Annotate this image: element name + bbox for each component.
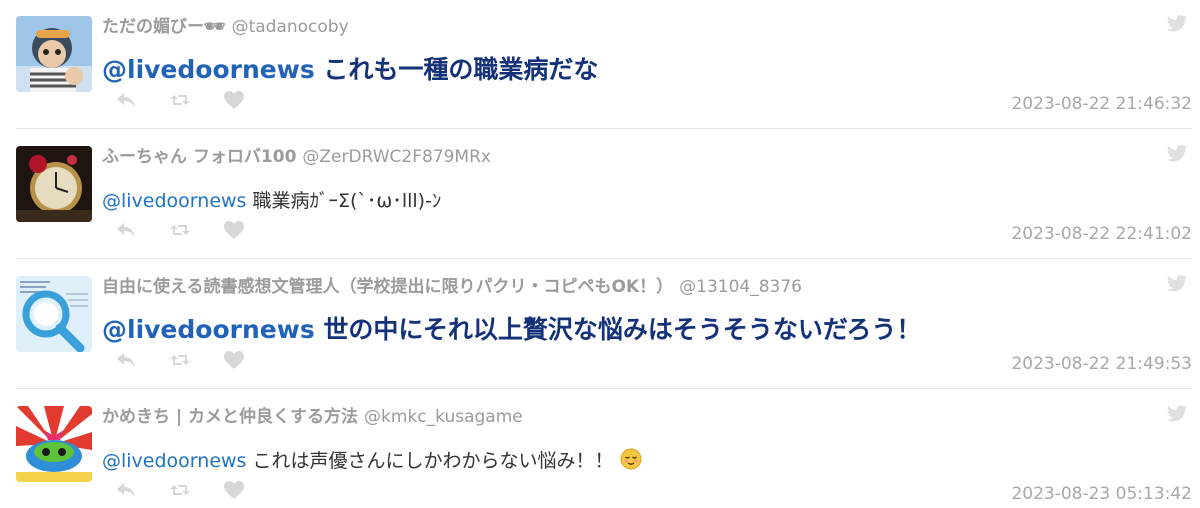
avatar[interactable] [16,406,92,482]
divider [16,258,1192,259]
reply-icon[interactable] [112,88,140,112]
tweet-meta: ふーちゃん フォロバ100 @ZerDRWC2F879MRx [102,142,491,167]
heart-icon[interactable] [220,88,248,112]
twitter-bird-icon[interactable] [1166,274,1188,294]
user-name[interactable]: ただの媚びー🕶 [102,17,226,37]
user-handle[interactable]: @kmkc_kusagame [364,407,523,427]
mention-link[interactable]: @livedoornews [102,450,246,472]
retweet-icon[interactable] [166,478,194,502]
user-name[interactable]: かめきち | カメと仲良くする方法 [102,407,358,427]
mention-link[interactable]: @livedoornews [102,190,246,212]
divider [16,388,1192,389]
timestamp[interactable]: 2023-08-22 21:46:32 [1011,94,1192,114]
reply-icon[interactable] [112,348,140,372]
tweet-card: 自由に使える読書感想文管理人（学校提出に限りパクリ・コピペもOK！） @13104… [0,260,1200,389]
reply-icon[interactable] [112,218,140,242]
mention-link[interactable]: @livedoornews [102,55,315,84]
divider [16,128,1192,129]
tweet-text: @livedoornews 職業病ｶﾞｰΣ(`･ω･lll)-ﾝ [102,186,441,213]
user-handle[interactable]: @tadanocoby [232,17,349,37]
user-name[interactable]: ふーちゃん フォロバ100 [102,147,296,167]
user-handle[interactable]: @13104_8376 [679,277,802,297]
timestamp[interactable]: 2023-08-23 05:13:42 [1011,484,1192,504]
user-name[interactable]: 自由に使える読書感想文管理人（学校提出に限りパクリ・コピペもOK！） [102,277,673,297]
tweet-actions [112,478,248,502]
twitter-bird-icon[interactable] [1166,144,1188,164]
timestamp[interactable]: 2023-08-22 22:41:02 [1011,224,1192,244]
timestamp[interactable]: 2023-08-22 21:49:53 [1011,354,1192,374]
tweet-feed: ただの媚びー🕶 @tadanocoby @livedoornews これも一種の職… [0,0,1200,508]
retweet-icon[interactable] [166,88,194,112]
heart-icon[interactable] [220,478,248,502]
tweet-text: @livedoornews これは声優さんにしかわからない悩み！！ [102,446,642,473]
twitter-bird-icon[interactable] [1166,404,1188,424]
relieved-face-emoji [620,448,642,470]
user-handle[interactable]: @ZerDRWC2F879MRx [302,147,491,167]
twitter-bird-icon[interactable] [1166,14,1188,34]
tweet-text: @livedoornews 世の中にそれ以上贅沢な悩みはそうそうないだろう！ [102,310,921,346]
tweet-meta: かめきち | カメと仲良くする方法 @kmkc_kusagame [102,402,523,427]
reply-icon[interactable] [112,478,140,502]
avatar[interactable] [16,146,92,222]
avatar[interactable] [16,16,92,92]
retweet-icon[interactable] [166,218,194,242]
tweet-card: ただの媚びー🕶 @tadanocoby @livedoornews これも一種の職… [0,0,1200,129]
tweet-body: 職業病ｶﾞｰΣ(`･ω･lll)-ﾝ [246,190,442,212]
tweet-body: 世の中にそれ以上贅沢な悩みはそうそうないだろう！ [314,315,922,344]
tweet-card: ふーちゃん フォロバ100 @ZerDRWC2F879MRx @livedoorn… [0,130,1200,259]
tweet-body: これも一種の職業病だな [314,55,599,84]
tweet-actions [112,348,248,372]
mention-link[interactable]: @livedoornews [102,315,315,344]
tweet-body: これは声優さんにしかわからない悩み！！ [246,450,614,472]
tweet-actions [112,88,248,112]
avatar[interactable] [16,276,92,352]
tweet-text: @livedoornews これも一種の職業病だな [102,50,598,86]
heart-icon[interactable] [220,348,248,372]
retweet-icon[interactable] [166,348,194,372]
tweet-meta: ただの媚びー🕶 @tadanocoby [102,12,349,37]
heart-icon[interactable] [220,218,248,242]
tweet-actions [112,218,248,242]
tweet-card: かめきち | カメと仲良くする方法 @kmkc_kusagame @livedoo… [0,390,1200,508]
tweet-meta: 自由に使える読書感想文管理人（学校提出に限りパクリ・コピペもOK！） @13104… [102,272,802,297]
